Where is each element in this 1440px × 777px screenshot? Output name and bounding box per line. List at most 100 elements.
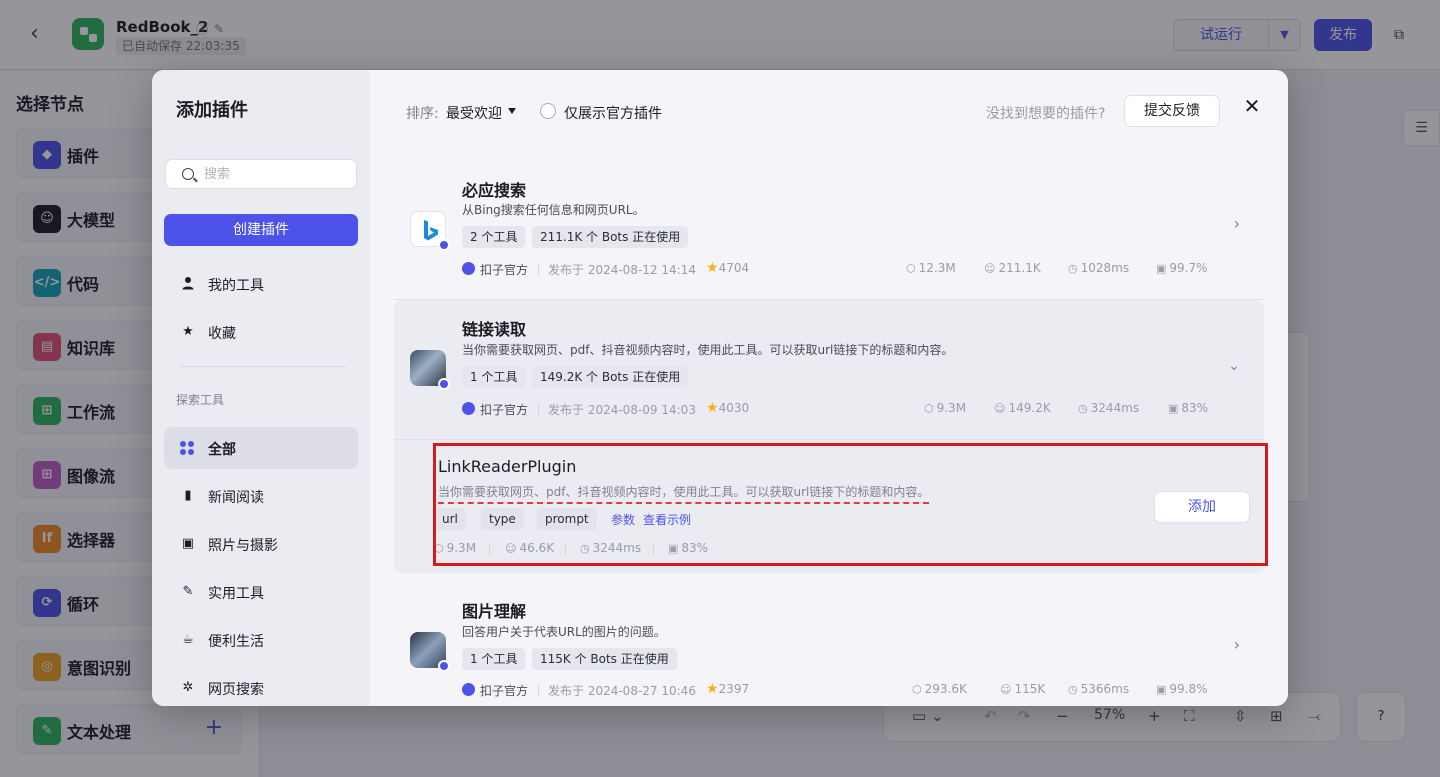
stat-calls: ⬡ 9.3M xyxy=(434,541,476,555)
stat-value: 1028ms xyxy=(1080,261,1130,275)
sort-select[interactable]: 最受欢迎 xyxy=(446,103,502,123)
stat-value: 83% xyxy=(1181,401,1209,415)
star-rating: ★2397 xyxy=(706,681,749,697)
stat-value: 9.3M xyxy=(446,541,477,555)
chevron-down-icon[interactable]: ⌄ xyxy=(1228,358,1240,374)
separator xyxy=(565,543,566,555)
star-icon: ★ xyxy=(182,324,194,339)
plugin-card-bing[interactable]: 必应搜索 从Bing搜索任何信息和网页URL。 2 个工具 211.1K 个 B… xyxy=(394,162,1264,292)
menu-label: 全部 xyxy=(208,442,236,458)
bots-count-tag: 211.1K 个 Bots 正在使用 xyxy=(532,226,689,248)
official-only-label[interactable]: 仅展示官方插件 xyxy=(564,103,662,123)
menu-item-utilities[interactable]: ✎ 实用工具 xyxy=(164,571,358,613)
star-icon: ★ xyxy=(706,681,719,697)
menu-item-all[interactable]: 全部 xyxy=(164,427,358,469)
stat-value: 12.3M xyxy=(918,261,956,275)
menu-label: 便利生活 xyxy=(208,634,264,650)
menu-item-favorites[interactable]: ★ 收藏 xyxy=(164,311,358,353)
stat-value: 99.7% xyxy=(1169,261,1208,275)
star-rating: ★4030 xyxy=(706,400,749,416)
success-icon: ▣ xyxy=(1168,402,1179,415)
menu-label: 新闻阅读 xyxy=(208,490,264,506)
success-icon: ▣ xyxy=(1156,262,1167,275)
star-count: 4704 xyxy=(718,261,750,275)
stat-latency: ◷ 3244ms xyxy=(580,541,641,555)
star-icon: ★ xyxy=(706,260,719,276)
stat-calls: ⬡ 12.3M xyxy=(906,261,956,275)
create-plugin-button[interactable]: 创建插件 xyxy=(164,214,358,246)
stat-success: ▣ 99.7% xyxy=(1156,261,1208,275)
stat-value: 99.8% xyxy=(1169,682,1208,696)
book-icon: ▮ xyxy=(184,488,192,503)
separator xyxy=(538,263,539,275)
search-input[interactable] xyxy=(204,164,344,184)
stat-value: 9.3M xyxy=(936,401,967,415)
stat-calls: ⬡ 9.3M xyxy=(924,401,966,415)
official-only-radio[interactable] xyxy=(540,103,556,119)
menu-item-lifestyle[interactable]: ☕ 便利生活 xyxy=(164,619,358,661)
stat-success: ▣ 83% xyxy=(1168,401,1208,415)
tool-count-tag: 1 个工具 xyxy=(462,648,526,670)
tool-name: LinkReaderPlugin xyxy=(438,457,577,476)
params-link[interactable]: 参数 xyxy=(611,511,635,528)
chevron-right-icon[interactable]: › xyxy=(1234,214,1240,233)
stat-bots: ☺ 46.6K xyxy=(505,541,554,555)
menu-label: 收藏 xyxy=(208,326,236,342)
publish-date: 发布于 2024-08-12 14:14 xyxy=(548,263,696,277)
param-tag: prompt xyxy=(537,508,597,530)
tool-row-link-reader[interactable]: LinkReaderPlugin 当你需要获取网页、pdf、抖音视频内容时，使用… xyxy=(434,445,1268,565)
menu-label: 照片与摄影 xyxy=(208,538,278,554)
cup-icon: ☕ xyxy=(182,632,194,647)
bot-icon: ☺ xyxy=(505,542,517,555)
stat-value: 149.2K xyxy=(1008,401,1051,415)
image-icon: ▣ xyxy=(181,536,195,551)
stat-bots: ☺ 115K xyxy=(1000,682,1045,696)
sort-label: 排序: xyxy=(406,106,439,122)
menu-item-web-search[interactable]: ✲ 网页搜索 xyxy=(164,667,358,706)
explore-section-title: 探索工具 xyxy=(176,393,225,407)
menu-label: 实用工具 xyxy=(208,586,264,602)
publisher: 扣子官方 xyxy=(480,403,529,417)
plugin-name: 链接读取 xyxy=(462,320,527,339)
menu-item-my-tools[interactable]: 我的工具 xyxy=(164,263,358,305)
stat-value: 83% xyxy=(681,541,709,555)
user-icon xyxy=(180,276,196,292)
stat-value: 46.6K xyxy=(519,541,555,555)
close-icon[interactable]: ✕ xyxy=(1242,96,1262,116)
search-icon xyxy=(182,168,194,180)
menu-item-photo[interactable]: ▣ 照片与摄影 xyxy=(164,523,358,565)
example-link[interactable]: 查看示例 xyxy=(643,511,691,528)
add-plugin-modal: 添加插件 创建插件 我的工具 ★ 收藏 探索工具 全部 ▮ 新闻阅读 xyxy=(152,70,1288,706)
menu-label: 网页搜索 xyxy=(208,682,264,698)
add-tool-button[interactable]: 添加 xyxy=(1154,491,1250,523)
publisher: 扣子官方 xyxy=(480,263,529,277)
separator xyxy=(538,403,539,415)
plugin-name: 必应搜索 xyxy=(462,181,527,200)
plugin-card-image-understanding[interactable]: 图片理解 回答用户关于代表URL的图片的问题。 1 个工具 115K 个 Bot… xyxy=(394,583,1264,706)
chevron-right-icon[interactable]: › xyxy=(1234,635,1240,654)
not-found-text: 没找到想要的插件? xyxy=(986,106,1106,122)
star-icon: ★ xyxy=(706,400,719,416)
stat-bots: ☺ 211.1K xyxy=(984,261,1041,275)
stat-bots: ☺ 149.2K xyxy=(994,401,1051,415)
card-divider xyxy=(394,299,1264,300)
publish-date: 发布于 2024-08-27 10:46 xyxy=(548,684,696,698)
bot-icon: ☺ xyxy=(984,262,996,275)
grid-icon xyxy=(180,440,196,456)
separator xyxy=(489,543,490,555)
tool-count-tag: 1 个工具 xyxy=(462,366,526,388)
publish-date: 发布于 2024-08-09 14:03 xyxy=(548,403,696,417)
plugin-desc: 从Bing搜索任何信息和网页URL。 xyxy=(462,203,645,217)
search-box[interactable] xyxy=(165,159,357,189)
caret-down-icon[interactable] xyxy=(508,108,516,114)
stat-success: ▣ 99.8% xyxy=(1156,682,1208,696)
stat-value: 115K xyxy=(1014,682,1046,696)
menu-item-news[interactable]: ▮ 新闻阅读 xyxy=(164,475,358,517)
feedback-button[interactable]: 提交反馈 xyxy=(1124,95,1220,127)
star-count: 4030 xyxy=(718,401,750,415)
modal-title: 添加插件 xyxy=(176,100,248,121)
stat-latency: ◷ 3244ms xyxy=(1078,401,1139,415)
tool-desc: 当你需要获取网页、pdf、抖音视频内容时，使用此工具。可以获取url链接下的标题… xyxy=(438,483,930,504)
official-icon xyxy=(462,262,475,275)
cube-icon: ⬡ xyxy=(434,542,444,555)
